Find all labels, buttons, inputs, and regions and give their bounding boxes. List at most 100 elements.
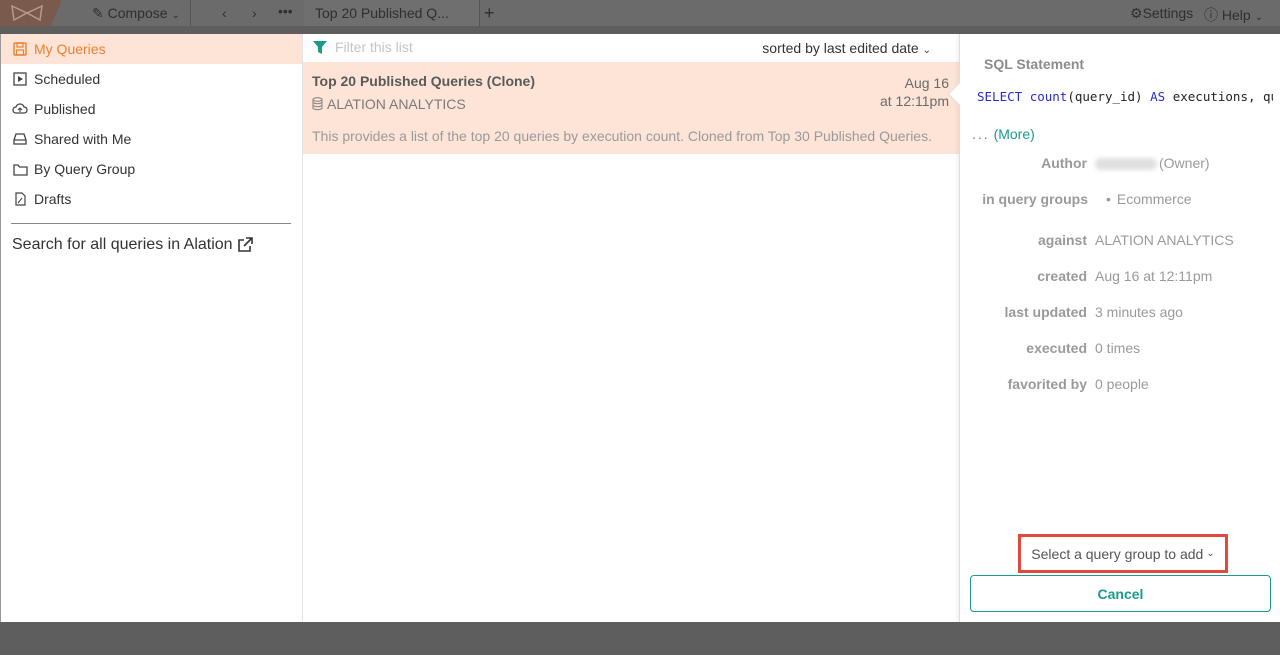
filter-icon[interactable] bbox=[312, 40, 328, 58]
list-item[interactable]: Top 20 Published Queries (Clone) Aug 16 … bbox=[303, 62, 959, 154]
sidebar-item-label: My Queries bbox=[34, 41, 106, 57]
back-arrow-icon[interactable]: ‹ bbox=[222, 5, 227, 21]
sql-function: count bbox=[1029, 89, 1068, 104]
toolbar-divider bbox=[190, 0, 191, 26]
bottom-bar bbox=[0, 622, 1280, 655]
query-group-name: Ecommerce bbox=[1116, 191, 1192, 207]
query-groups-row: in query groups • Ecommerce bbox=[960, 191, 1280, 211]
sql-statement-label: SQL Statement bbox=[984, 56, 1085, 72]
alation-logo[interactable] bbox=[0, 0, 62, 26]
query-list-pane: sorted by last edited date ⌄ Top 20 Publ… bbox=[303, 34, 959, 622]
sidebar-item-label: By Query Group bbox=[34, 161, 136, 177]
last-updated-row: last updated 3 minutes ago bbox=[960, 304, 1280, 324]
executed-value: 0 times bbox=[1095, 340, 1141, 356]
last-updated-label: last updated bbox=[1004, 304, 1087, 320]
sort-dropdown[interactable]: sorted by last edited date ⌄ bbox=[762, 40, 931, 56]
query-date-day: Aug 16 bbox=[904, 75, 949, 91]
top-toolbar: ✎ Compose ⌄ ‹ › ••• Top 20 Published Q..… bbox=[0, 0, 1280, 26]
favorited-value: 0 people bbox=[1095, 376, 1149, 392]
filter-input[interactable] bbox=[335, 39, 635, 55]
cloud-icon bbox=[12, 101, 28, 117]
chevron-down-icon: ⌄ bbox=[171, 10, 180, 21]
sql-text: executions, que bbox=[1172, 89, 1273, 104]
sidebar-item-label: Shared with Me bbox=[34, 131, 132, 147]
logo-icon bbox=[11, 4, 43, 22]
chevron-down-icon: ⌄ bbox=[1254, 12, 1263, 23]
sidebar-item-label: Published bbox=[34, 101, 96, 117]
sidebar-item-label: Scheduled bbox=[34, 71, 101, 87]
query-browser-window: My Queries Scheduled Published Shared wi… bbox=[0, 34, 1280, 622]
chevron-down-icon: ⌄ bbox=[922, 45, 931, 56]
query-date: Aug 16 at 12:11pm bbox=[880, 74, 949, 110]
sidebar-item-shared-with-me[interactable]: Shared with Me bbox=[1, 124, 302, 154]
gear-icon: ⚙ bbox=[1130, 5, 1143, 21]
query-title: Top 20 Published Queries (Clone) bbox=[312, 73, 535, 89]
sidebar-item-scheduled[interactable]: Scheduled bbox=[1, 64, 302, 94]
sql-keyword: AS bbox=[1150, 89, 1166, 104]
executed-label: executed bbox=[1026, 340, 1087, 356]
sort-label: sorted by last edited date bbox=[762, 40, 919, 56]
favorited-row: favorited by 0 people bbox=[960, 376, 1280, 396]
help-label: Help bbox=[1221, 7, 1251, 23]
last-updated-value: 3 minutes ago bbox=[1095, 304, 1183, 320]
against-label: against bbox=[1037, 232, 1087, 248]
query-groups-label: in query groups bbox=[982, 191, 1088, 207]
against-row: against ALATION ANALYTICS bbox=[960, 232, 1280, 252]
settings-button[interactable]: ⚙Settings bbox=[1130, 5, 1193, 22]
author-value: (Owner) bbox=[1095, 155, 1210, 171]
created-row: created Aug 16 at 12:11pm bbox=[960, 268, 1280, 288]
query-description: This provides a list of the top 20 queri… bbox=[312, 128, 932, 144]
external-link-icon bbox=[237, 237, 253, 253]
chevron-down-icon: ⌄ bbox=[1206, 548, 1215, 559]
ellipsis: ... bbox=[972, 126, 990, 142]
filter-bar: sorted by last edited date ⌄ bbox=[303, 34, 959, 62]
query-date-time: at 12:11pm bbox=[879, 93, 949, 109]
author-label: Author bbox=[1041, 155, 1087, 171]
draft-icon bbox=[12, 191, 28, 207]
sidebar: My Queries Scheduled Published Shared wi… bbox=[1, 34, 303, 622]
bullet-icon: • bbox=[1106, 191, 1111, 207]
sidebar-item-by-query-group[interactable]: By Query Group bbox=[1, 154, 302, 184]
more-options-icon[interactable]: ••• bbox=[278, 3, 293, 19]
cancel-button[interactable]: Cancel bbox=[970, 575, 1271, 612]
sidebar-item-my-queries[interactable]: My Queries bbox=[1, 34, 302, 64]
created-value: Aug 16 at 12:11pm bbox=[1095, 268, 1213, 284]
author-name-redacted bbox=[1095, 158, 1157, 171]
datasource-label: ALATION ANALYTICS bbox=[327, 96, 466, 112]
query-detail-panel: SQL Statement SELECT count(query_id) AS … bbox=[947, 34, 1280, 622]
sidebar-item-label: Drafts bbox=[34, 191, 72, 207]
query-group-select[interactable]: Select a query group to add ⌄ bbox=[1018, 534, 1228, 573]
forward-arrow-icon[interactable]: › bbox=[252, 5, 257, 21]
against-value: ALATION ANALYTICS bbox=[1095, 232, 1234, 248]
database-icon bbox=[312, 97, 323, 111]
sql-keyword: SELECT bbox=[977, 89, 1023, 104]
sql-text: (query_id) bbox=[1067, 89, 1151, 104]
search-all-queries-link[interactable]: Search for all queries in Alation bbox=[12, 236, 253, 254]
folder-icon bbox=[12, 161, 28, 177]
sidebar-divider bbox=[11, 223, 291, 224]
favorited-label: favorited by bbox=[1007, 376, 1087, 392]
search-all-label: Search for all queries in Alation bbox=[12, 236, 233, 253]
author-suffix: (Owner) bbox=[1159, 155, 1210, 171]
created-label: created bbox=[1037, 268, 1087, 284]
executed-row: executed 0 times bbox=[960, 340, 1280, 360]
help-circle-icon: ⓘ bbox=[1204, 7, 1218, 23]
tab-title: Top 20 Published Q... bbox=[315, 5, 449, 21]
compose-menu[interactable]: ✎ Compose ⌄ bbox=[92, 5, 180, 22]
add-tab-button[interactable]: + bbox=[484, 3, 495, 24]
author-row: Author (Owner) bbox=[960, 155, 1280, 175]
help-button[interactable]: ⓘ Help ⌄ bbox=[1204, 5, 1263, 25]
sidebar-item-published[interactable]: Published bbox=[1, 94, 302, 124]
settings-label: Settings bbox=[1142, 5, 1194, 21]
tab-query[interactable]: Top 20 Published Q... bbox=[304, 0, 480, 26]
pencil-icon: ✎ bbox=[92, 5, 104, 21]
query-datasource: ALATION ANALYTICS bbox=[312, 96, 466, 112]
more-link[interactable]: (More) bbox=[994, 126, 1035, 142]
sidebar-item-drafts[interactable]: Drafts bbox=[1, 184, 302, 214]
save-icon bbox=[12, 41, 28, 57]
play-icon bbox=[12, 71, 28, 87]
query-group-select-label: Select a query group to add bbox=[1031, 545, 1204, 562]
sql-preview: SELECT count(query_id) AS executions, qu… bbox=[977, 89, 1273, 104]
inbox-icon bbox=[12, 131, 28, 147]
query-group-item[interactable]: • Ecommerce bbox=[1106, 191, 1192, 207]
